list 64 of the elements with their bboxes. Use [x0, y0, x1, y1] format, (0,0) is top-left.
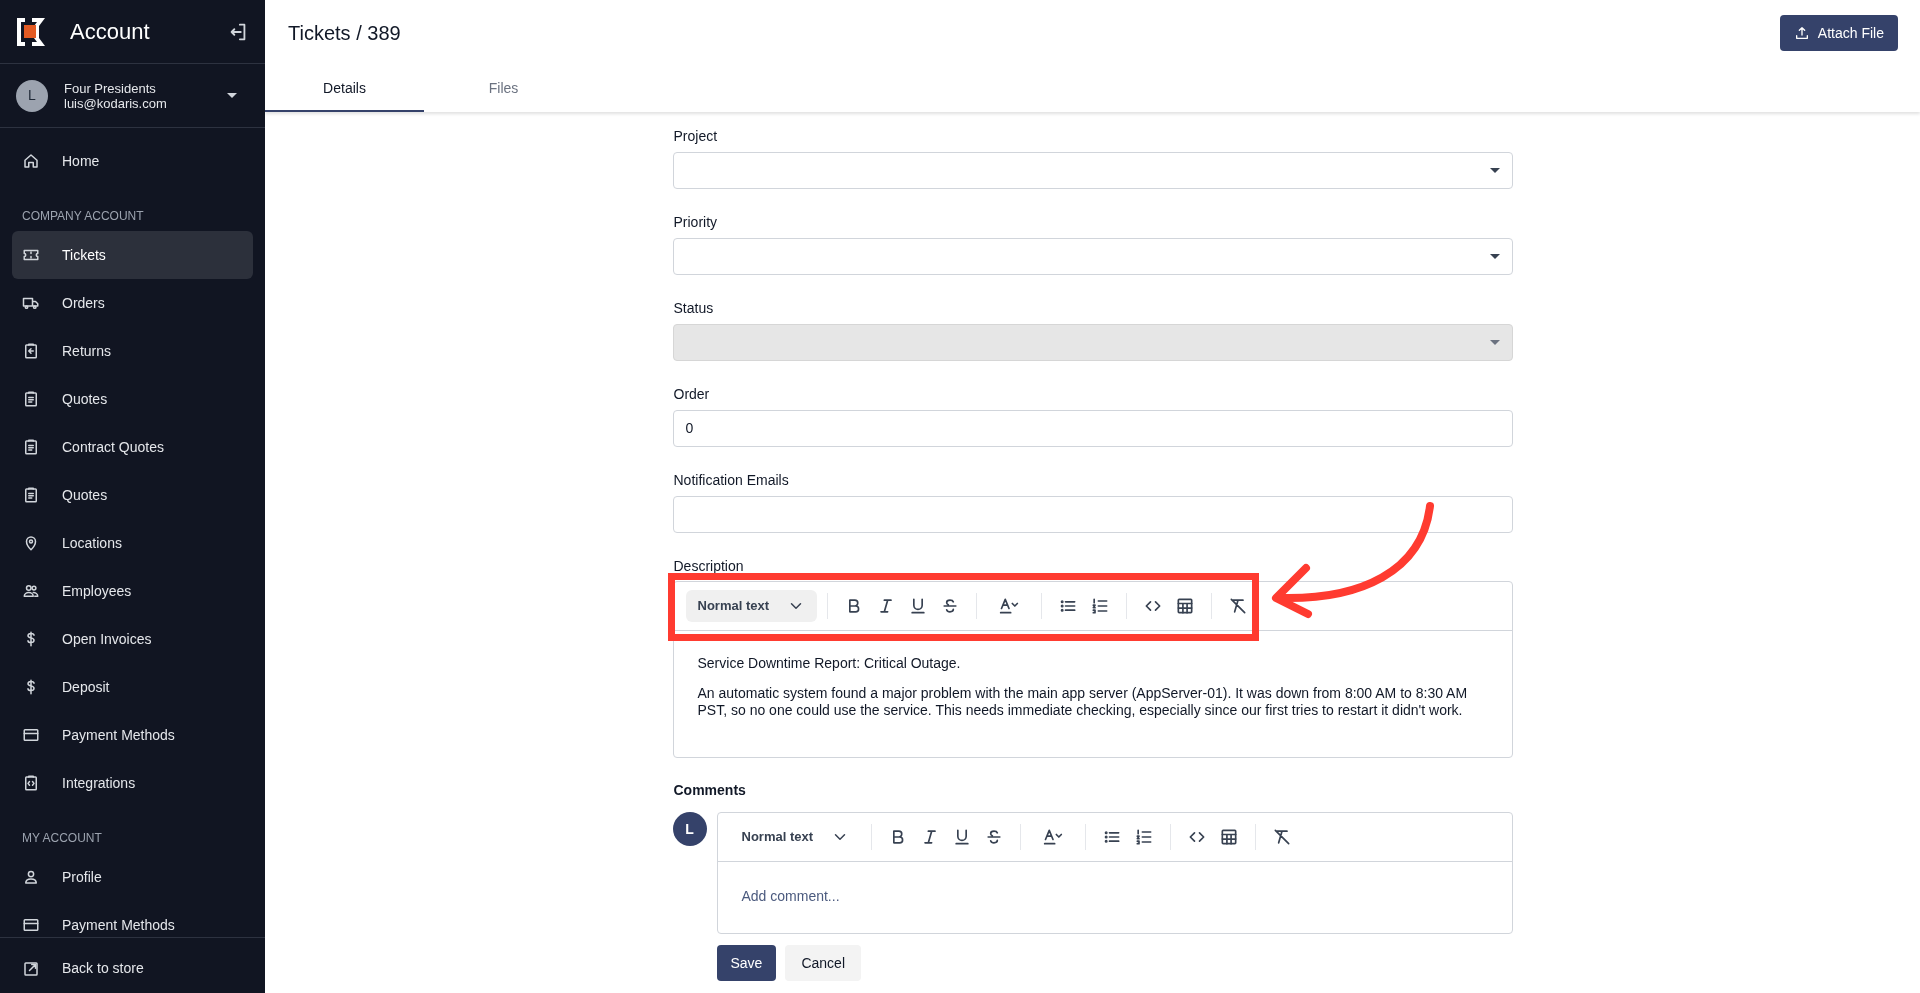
field-label: Status: [673, 299, 715, 318]
select-field[interactable]: [672, 152, 1513, 189]
sidebar-item[interactable]: Profile: [12, 853, 253, 901]
sidebar-item[interactable]: Home: [12, 137, 253, 185]
logo-icon: [16, 16, 46, 47]
section-heading: MY ACCOUNT: [21, 830, 103, 847]
paragraph: Service Downtime Report: Critical Outage.: [697, 655, 962, 672]
user-email: luis@kodaris.com: [64, 95, 168, 111]
tab[interactable]: Details: [265, 66, 424, 112]
cancel-button[interactable]: Cancel: [785, 945, 861, 981]
page-title: Tickets / 389: [288, 21, 401, 46]
people-icon: [22, 582, 40, 600]
field-label: Order: [673, 385, 711, 404]
clipboard-icon: [22, 390, 40, 408]
field-label: Description: [673, 557, 745, 576]
sidebar-item[interactable]: Quotes: [12, 375, 253, 423]
sidebar-item[interactable]: Orders: [12, 279, 253, 327]
user-avatar: L: [16, 79, 48, 112]
comment-placeholder: Add comment...: [741, 888, 840, 904]
user-avatar: L: [672, 812, 707, 846]
caret-icon: [1489, 254, 1500, 259]
paragraph: An automatic system found a major problem with the main app server (AppServer-01). It was down from 8:00 AM to 8:30 AM PST, so no one could use the service. This needs immediate checking, especially since our first tries to restart it didn't work.: [697, 685, 1469, 719]
sidebar-item[interactable]: Open Invoices: [12, 615, 253, 663]
sidebar-item[interactable]: Returns: [12, 327, 253, 375]
input-field[interactable]: [672, 496, 1513, 533]
sidebar-item[interactable]: Locations: [12, 519, 253, 567]
clipboard-icon: [22, 438, 40, 456]
sidebar-item[interactable]: Deposit: [12, 663, 253, 711]
account-switcher[interactable]: L Four Presidents luis@kodaris.com: [0, 64, 265, 128]
sidebar-item[interactable]: Employees: [12, 567, 253, 615]
clipboard-code-icon: [22, 774, 40, 792]
user-name: Four Presidents: [64, 80, 157, 96]
home-icon: [22, 152, 40, 170]
input-field[interactable]: 0: [672, 410, 1513, 447]
credit-card-icon: [22, 916, 40, 934]
text-style-dropdown[interactable]: Normal text: [729, 821, 861, 853]
save-button[interactable]: Save: [716, 945, 777, 981]
rich-text-editor[interactable]: [672, 581, 1513, 758]
field-label: Priority: [673, 213, 719, 232]
section-heading: COMPANY ACCOUNT: [21, 208, 145, 225]
back-to-store-link[interactable]: Back to store: [12, 944, 253, 993]
sidebar-item[interactable]: Contract Quotes: [12, 423, 253, 471]
sidebar-item[interactable]: Integrations: [12, 759, 253, 807]
sidebar-item[interactable]: Payment Methods: [12, 901, 253, 937]
attach-file-button[interactable]: Attach File: [1779, 15, 1898, 51]
comments-heading: Comments: [673, 781, 747, 800]
sidebar-item[interactable]: Payment Methods: [12, 711, 253, 759]
field-label: Project: [673, 127, 719, 146]
sidebar-item[interactable]: Quotes: [12, 471, 253, 519]
sidebar-item[interactable]: Tickets: [12, 231, 253, 279]
caret-icon: [1489, 168, 1500, 173]
upload-icon: [1793, 25, 1810, 41]
caret-icon: [1489, 340, 1500, 345]
clipboard-icon: [22, 486, 40, 504]
text-style-dropdown[interactable]: Normal text: [685, 590, 817, 622]
tab[interactable]: Files: [424, 66, 583, 112]
caret-icon: [227, 93, 237, 98]
select-field[interactable]: [672, 238, 1513, 275]
sidebar-title: Account: [70, 18, 151, 46]
person-icon: [22, 868, 40, 886]
field-label: Notification Emails: [673, 471, 790, 490]
credit-card-icon: [22, 726, 40, 744]
comment-editor[interactable]: Normal text Add comment...: [716, 812, 1513, 934]
external-link-icon: [22, 959, 40, 978]
